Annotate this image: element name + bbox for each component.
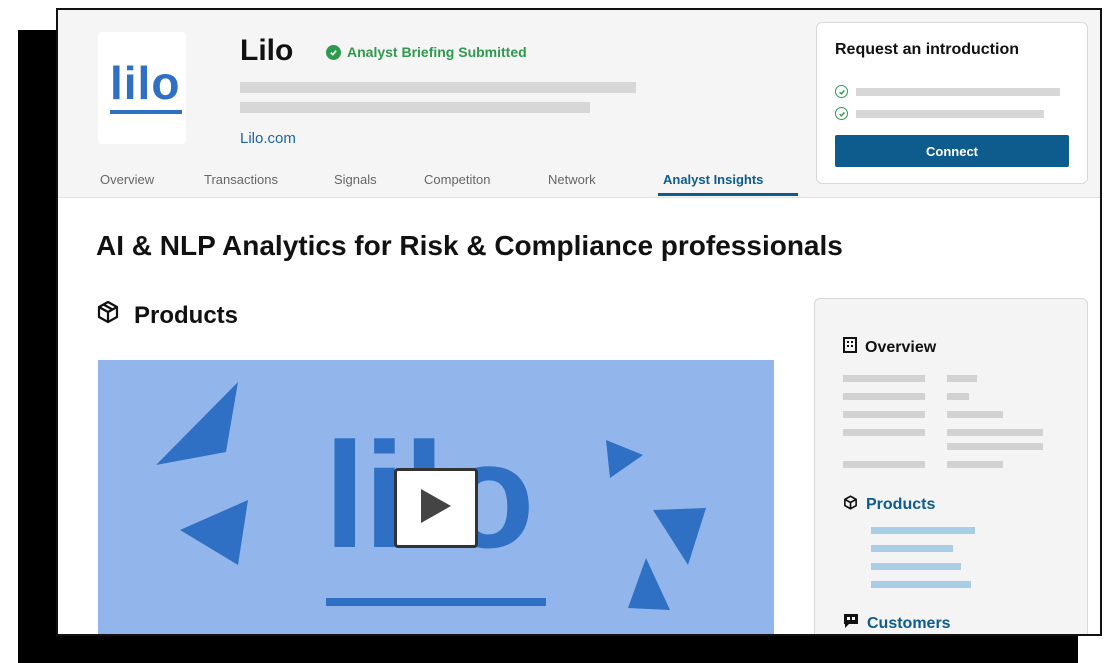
- placeholder-line: [871, 563, 961, 570]
- play-icon: [419, 487, 453, 530]
- placeholder-line: [843, 393, 925, 400]
- badge-label: Analyst Briefing Submitted: [347, 44, 527, 60]
- checklist-placeholder-line: [856, 87, 1060, 96]
- placeholder-line: [947, 429, 1043, 436]
- cube-icon: [843, 495, 858, 515]
- page-headline: AI & NLP Analytics for Risk & Compliance…: [96, 230, 843, 261]
- building-icon: [843, 337, 857, 358]
- checklist-placeholder-line: [856, 109, 1044, 118]
- connect-button[interactable]: Connect: [835, 135, 1069, 167]
- company-name: Lilo: [240, 34, 294, 67]
- check-circle-icon: [326, 44, 341, 60]
- section-nav-card: Overview Products Customers: [814, 298, 1088, 634]
- sidebar-item-label: Products: [866, 496, 936, 513]
- request-introduction-card: Request an introduction Connect: [816, 22, 1088, 184]
- logo-text: lilo: [110, 57, 181, 109]
- company-logo: lilo: [98, 32, 186, 144]
- placeholder-line: [843, 375, 925, 382]
- chat-quote-icon: [843, 613, 859, 634]
- play-button[interactable]: [394, 468, 478, 548]
- description-placeholder-line: [240, 82, 636, 93]
- placeholder-line: [871, 545, 953, 552]
- products-section-heading: Products: [96, 300, 238, 331]
- check-icon: [835, 85, 848, 98]
- logo-underline: [110, 110, 182, 114]
- cube-icon: [96, 300, 120, 331]
- placeholder-line: [871, 581, 971, 588]
- sidebar-item-products[interactable]: Products: [843, 495, 935, 515]
- placeholder-line: [947, 375, 977, 382]
- placeholder-line: [947, 461, 1003, 468]
- sidebar-item-label: Customers: [867, 614, 951, 632]
- placeholder-line: [843, 429, 925, 436]
- placeholder-line: [843, 411, 925, 418]
- tab-analyst-insights[interactable]: Analyst Insights: [663, 172, 763, 187]
- sidebar-item-label: Overview: [865, 338, 937, 356]
- description-placeholder-line: [240, 102, 590, 113]
- placeholder-line: [947, 411, 1003, 418]
- placeholder-line: [843, 461, 925, 468]
- products-section-title: Products: [134, 301, 239, 329]
- sidebar-item-customers[interactable]: Customers: [843, 613, 951, 634]
- checklist-item: [835, 107, 1044, 120]
- video-logo-underline: [326, 598, 546, 606]
- intro-card-title: Request an introduction: [835, 41, 1019, 58]
- placeholder-line: [947, 393, 969, 400]
- tab-network[interactable]: Network: [548, 172, 596, 187]
- placeholder-line: [871, 527, 975, 534]
- tab-competition[interactable]: Competiton: [424, 172, 490, 187]
- sidebar-item-overview[interactable]: Overview: [843, 337, 936, 358]
- tab-transactions[interactable]: Transactions: [204, 172, 278, 187]
- company-profile-window: lilo Lilo Analyst Briefing Submitted Lil…: [56, 8, 1102, 636]
- profile-header: lilo Lilo Analyst Briefing Submitted Lil…: [58, 10, 1100, 198]
- active-tab-indicator: [658, 193, 798, 196]
- tab-overview[interactable]: Overview: [100, 172, 154, 187]
- company-website-link[interactable]: Lilo.com: [240, 130, 296, 147]
- check-icon: [835, 107, 848, 120]
- checklist-item: [835, 85, 1060, 98]
- placeholder-line: [947, 443, 1043, 450]
- status-badge: Analyst Briefing Submitted: [326, 44, 527, 60]
- product-video[interactable]: lilo: [98, 360, 774, 634]
- tab-signals[interactable]: Signals: [334, 172, 377, 187]
